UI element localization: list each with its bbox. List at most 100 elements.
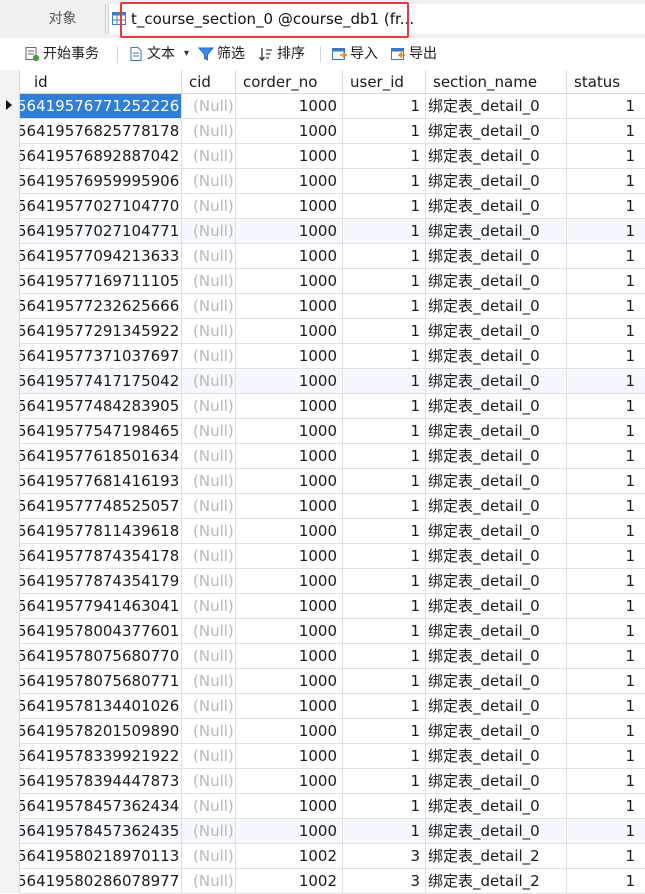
table-row[interactable]: 56419577748525057 (Null) 1000 1 绑定表_detail_0…: [20, 494, 645, 519]
data-grid[interactable]: id cid corder_no user_id section_name st…: [0, 70, 645, 894]
cell-cid[interactable]: (Null): [182, 369, 236, 394]
cell-id[interactable]: 56419577094213633: [20, 244, 182, 269]
cell-status[interactable]: 1: [567, 619, 645, 644]
column-header-corder-no[interactable]: corder_no: [236, 70, 343, 94]
cell-corder-no[interactable]: 1000: [236, 794, 343, 819]
cell-cid[interactable]: (Null): [182, 169, 236, 194]
cell-user-id[interactable]: 1: [343, 594, 426, 619]
cell-cid[interactable]: (Null): [182, 469, 236, 494]
cell-user-id[interactable]: 1: [343, 144, 426, 169]
cell-id[interactable]: 56419576959995906: [20, 169, 182, 194]
cell-section-name[interactable]: 绑定表_detail_0: [426, 419, 567, 444]
cell-user-id[interactable]: 3: [343, 869, 426, 894]
cell-section-name[interactable]: 绑定表_detail_0: [426, 469, 567, 494]
cell-section-name[interactable]: 绑定表_detail_0: [426, 819, 567, 844]
cell-user-id[interactable]: 1: [343, 369, 426, 394]
cell-id[interactable]: 56419577291345922: [20, 319, 182, 344]
cell-cid[interactable]: (Null): [182, 519, 236, 544]
cell-cid[interactable]: (Null): [182, 344, 236, 369]
cell-id[interactable]: 56419577748525057: [20, 494, 182, 519]
cell-id[interactable]: 56419577874354179: [20, 569, 182, 594]
cell-status[interactable]: 1: [567, 869, 645, 894]
cell-cid[interactable]: (Null): [182, 394, 236, 419]
cell-section-name[interactable]: 绑定表_detail_2: [426, 869, 567, 894]
cell-user-id[interactable]: 1: [343, 344, 426, 369]
tab-objects[interactable]: 对象: [20, 4, 106, 34]
cell-id[interactable]: 56419578201509890: [20, 719, 182, 744]
cell-section-name[interactable]: 绑定表_detail_0: [426, 594, 567, 619]
cell-user-id[interactable]: 1: [343, 244, 426, 269]
cell-section-name[interactable]: 绑定表_detail_0: [426, 194, 567, 219]
cell-user-id[interactable]: 1: [343, 569, 426, 594]
begin-transaction-button[interactable]: 开始事务: [24, 43, 108, 65]
cell-cid[interactable]: (Null): [182, 794, 236, 819]
cell-section-name[interactable]: 绑定表_detail_0: [426, 94, 567, 119]
cell-id[interactable]: 56419577169711105: [20, 269, 182, 294]
table-row[interactable]: 56419577681416193 (Null) 1000 1 绑定表_detail_0…: [20, 469, 645, 494]
cell-status[interactable]: 1: [567, 294, 645, 319]
cell-corder-no[interactable]: 1000: [236, 519, 343, 544]
table-row[interactable]: 56419577618501634 (Null) 1000 1 绑定表_detail_0…: [20, 444, 645, 469]
cell-corder-no[interactable]: 1000: [236, 119, 343, 144]
cell-user-id[interactable]: 3: [343, 844, 426, 869]
table-row[interactable]: 56419577094213633 (Null) 1000 1 绑定表_detail_0…: [20, 244, 645, 269]
sort-button[interactable]: 排序: [258, 43, 310, 65]
cell-cid[interactable]: (Null): [182, 319, 236, 344]
cell-section-name[interactable]: 绑定表_detail_0: [426, 669, 567, 694]
cell-corder-no[interactable]: 1000: [236, 294, 343, 319]
table-row[interactable]: 56419578394447873 (Null) 1000 1 绑定表_detail_0…: [20, 769, 645, 794]
cell-user-id[interactable]: 1: [343, 494, 426, 519]
cell-id[interactable]: 56419578339921922: [20, 744, 182, 769]
table-row[interactable]: 56419576892887042 (Null) 1000 1 绑定表_detail_0…: [20, 144, 645, 169]
cell-id[interactable]: 56419578457362434: [20, 794, 182, 819]
cell-section-name[interactable]: 绑定表_detail_0: [426, 494, 567, 519]
cell-user-id[interactable]: 1: [343, 269, 426, 294]
cell-status[interactable]: 1: [567, 369, 645, 394]
table-row[interactable]: 56419577232625666 (Null) 1000 1 绑定表_detail_0…: [20, 294, 645, 319]
cell-section-name[interactable]: 绑定表_detail_0: [426, 444, 567, 469]
cell-status[interactable]: 1: [567, 344, 645, 369]
cell-user-id[interactable]: 1: [343, 819, 426, 844]
cell-corder-no[interactable]: 1000: [236, 694, 343, 719]
text-view-button[interactable]: 文本 ▾: [128, 43, 190, 65]
cell-user-id[interactable]: 1: [343, 294, 426, 319]
cell-corder-no[interactable]: 1002: [236, 844, 343, 869]
table-row[interactable]: 56419577169711105 (Null) 1000 1 绑定表_detail_0…: [20, 269, 645, 294]
cell-user-id[interactable]: 1: [343, 219, 426, 244]
column-header-cid[interactable]: cid: [182, 70, 236, 94]
cell-cid[interactable]: (Null): [182, 494, 236, 519]
cell-corder-no[interactable]: 1000: [236, 194, 343, 219]
cell-status[interactable]: 1: [567, 219, 645, 244]
cell-user-id[interactable]: 1: [343, 769, 426, 794]
cell-section-name[interactable]: 绑定表_detail_2: [426, 844, 567, 869]
cell-id[interactable]: 56419580218970113: [20, 844, 182, 869]
cell-corder-no[interactable]: 1000: [236, 169, 343, 194]
cell-section-name[interactable]: 绑定表_detail_0: [426, 119, 567, 144]
cell-section-name[interactable]: 绑定表_detail_0: [426, 144, 567, 169]
cell-status[interactable]: 1: [567, 744, 645, 769]
cell-cid[interactable]: (Null): [182, 869, 236, 894]
cell-section-name[interactable]: 绑定表_detail_0: [426, 169, 567, 194]
cell-cid[interactable]: (Null): [182, 769, 236, 794]
cell-section-name[interactable]: 绑定表_detail_0: [426, 394, 567, 419]
cell-section-name[interactable]: 绑定表_detail_0: [426, 344, 567, 369]
cell-corder-no[interactable]: 1000: [236, 144, 343, 169]
cell-id[interactable]: 56419577811439618: [20, 519, 182, 544]
cell-status[interactable]: 1: [567, 644, 645, 669]
cell-corder-no[interactable]: 1000: [236, 269, 343, 294]
cell-id[interactable]: 56419577681416193: [20, 469, 182, 494]
cell-id[interactable]: 56419577484283905: [20, 394, 182, 419]
cell-status[interactable]: 1: [567, 844, 645, 869]
cell-user-id[interactable]: 1: [343, 619, 426, 644]
column-header-id[interactable]: id: [20, 70, 182, 94]
cell-user-id[interactable]: 1: [343, 444, 426, 469]
cell-corder-no[interactable]: 1000: [236, 444, 343, 469]
cell-user-id[interactable]: 1: [343, 719, 426, 744]
cell-section-name[interactable]: 绑定表_detail_0: [426, 719, 567, 744]
cell-id[interactable]: 56419580286078977: [20, 869, 182, 894]
table-row[interactable]: 56419578457362434 (Null) 1000 1 绑定表_detail_0…: [20, 794, 645, 819]
column-header-status[interactable]: status: [567, 70, 645, 94]
cell-section-name[interactable]: 绑定表_detail_0: [426, 644, 567, 669]
cell-section-name[interactable]: 绑定表_detail_0: [426, 319, 567, 344]
cell-status[interactable]: 1: [567, 769, 645, 794]
